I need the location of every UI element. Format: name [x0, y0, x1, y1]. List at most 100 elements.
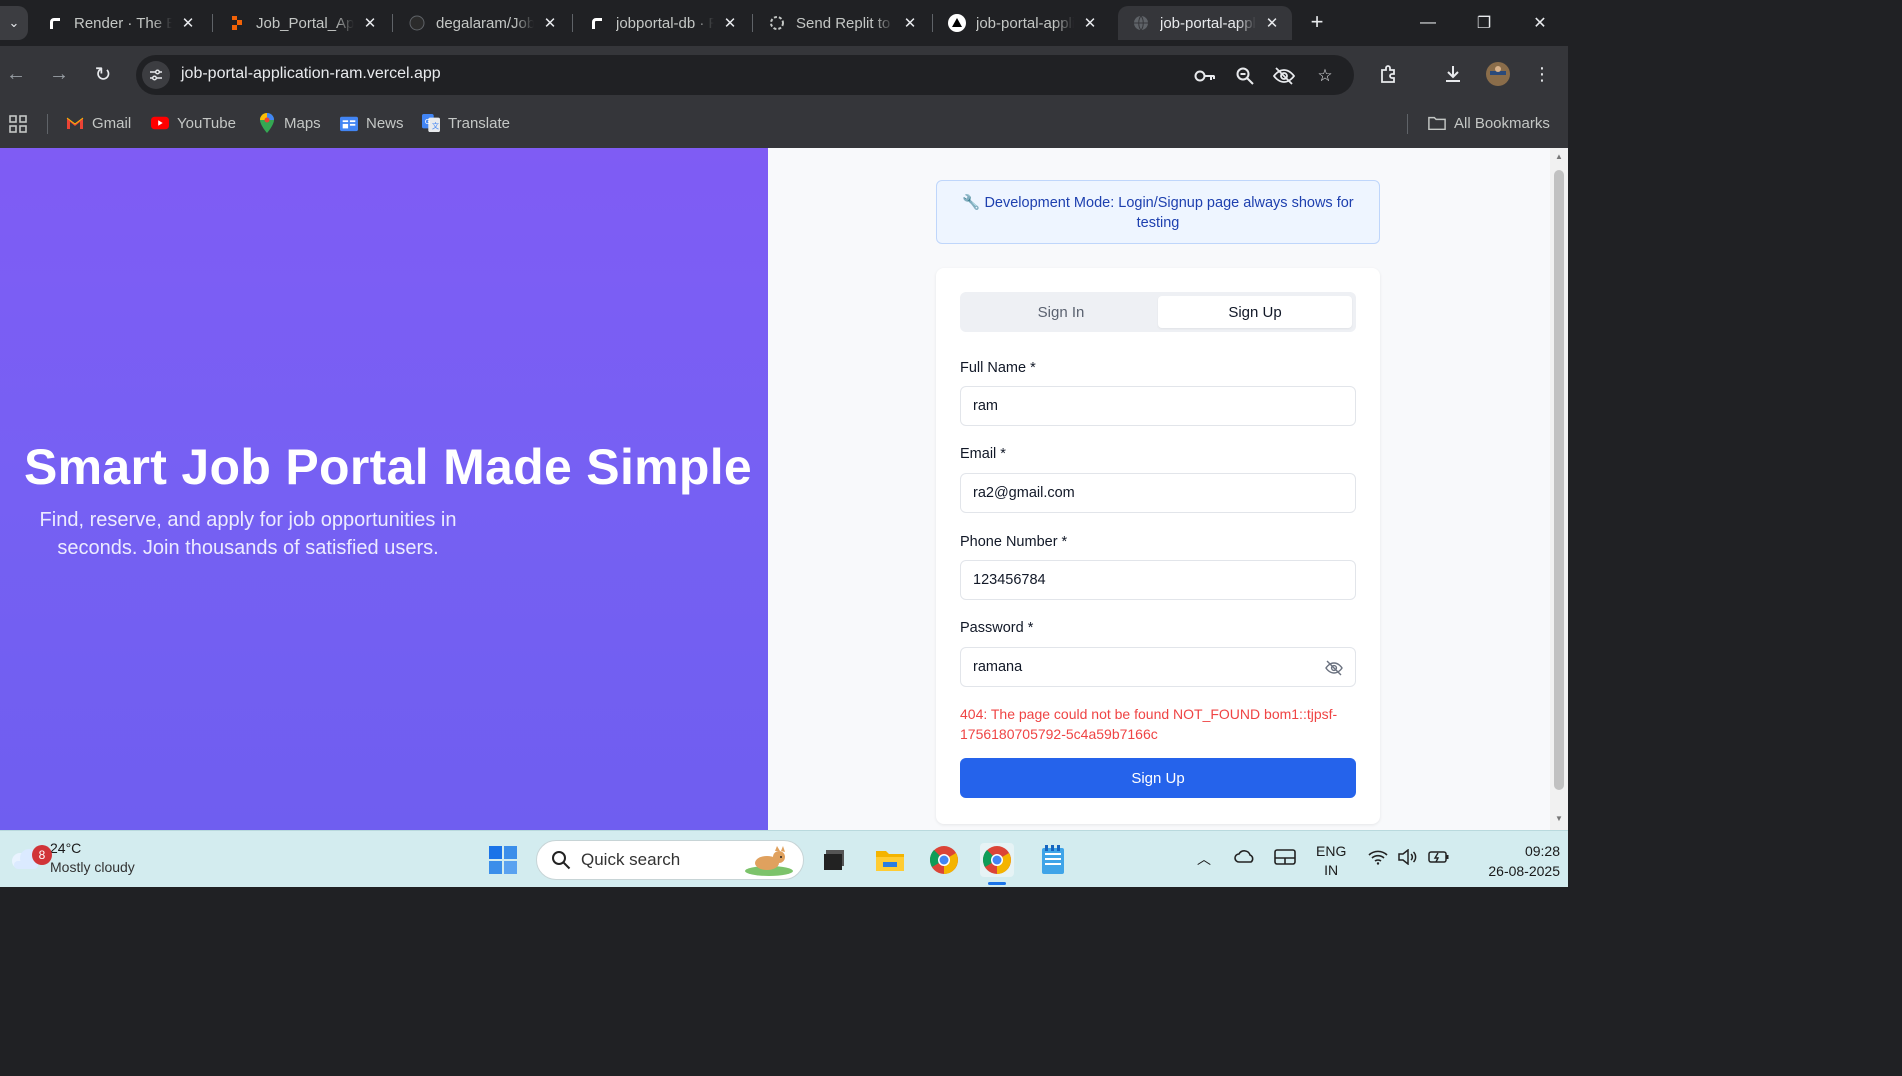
tab-sign-up[interactable]: Sign Up	[1158, 296, 1352, 328]
lang-bottom: IN	[1324, 862, 1339, 878]
tab-github[interactable]: degalaram/Job_Portal ✕	[394, 6, 570, 40]
translate-icon: G文	[422, 114, 440, 132]
full-name-input[interactable]: ram	[960, 386, 1356, 426]
site-info-icon[interactable]	[142, 61, 170, 89]
youtube-icon	[151, 114, 169, 132]
volume-icon[interactable]	[1398, 848, 1418, 868]
bookmark-news[interactable]: News	[340, 114, 404, 132]
language-indicator[interactable]: ENG IN	[1316, 842, 1346, 880]
vercel-icon	[948, 14, 966, 32]
tab-sign-in[interactable]: Sign In	[964, 296, 1158, 328]
tab-vercel[interactable]: job-portal-application ✕	[934, 6, 1110, 40]
tab-title: degalaram/Job_Portal	[436, 14, 534, 32]
minimize-button[interactable]: —	[1400, 6, 1456, 40]
globe-icon	[1132, 14, 1150, 32]
system-clock[interactable]: 09:28 26-08-2025	[1460, 841, 1560, 881]
close-icon[interactable]: ✕	[720, 14, 740, 32]
chatgpt-icon	[768, 14, 786, 32]
taskbar-search[interactable]: Quick search	[536, 840, 804, 880]
chrome-icon[interactable]	[927, 843, 961, 877]
onedrive-cloud-icon[interactable]	[1234, 849, 1256, 866]
close-icon[interactable]: ✕	[1262, 14, 1282, 32]
github-icon	[408, 14, 426, 32]
reload-button[interactable]: ↻	[89, 60, 117, 88]
bookmark-label: Maps	[284, 114, 321, 132]
eye-off-icon[interactable]	[1273, 65, 1295, 87]
bookmark-maps[interactable]: Maps	[258, 113, 321, 133]
hero-panel: Smart Job Portal Made Simple Find, reser…	[0, 148, 768, 830]
tab-active-job-portal[interactable]: job-portal-application ✕	[1118, 6, 1292, 40]
page-viewport: Smart Job Portal Made Simple Find, reser…	[0, 148, 1568, 830]
news-icon	[340, 114, 358, 132]
render-icon	[588, 14, 606, 32]
close-icon[interactable]: ✕	[1080, 14, 1100, 32]
scroll-up-arrow[interactable]: ▲	[1554, 152, 1564, 162]
eye-off-icon[interactable]	[1325, 659, 1343, 677]
lang-top: ENG	[1316, 843, 1347, 859]
close-icon[interactable]: ✕	[540, 14, 560, 32]
scroll-down-arrow[interactable]: ▼	[1554, 814, 1564, 824]
tab-title: Job_Portal_Application	[256, 14, 354, 32]
tab-divider	[212, 14, 213, 32]
forward-button[interactable]: →	[45, 60, 73, 88]
search-placeholder: Quick search	[581, 850, 681, 869]
back-button[interactable]: ←	[2, 60, 30, 88]
dog-illustration-icon	[745, 846, 793, 876]
wifi-icon[interactable]	[1368, 849, 1388, 868]
dev-mode-notice: 🔧 Development Mode: Login/Signup page al…	[936, 180, 1380, 244]
error-message: 404: The page could not be found NOT_FOU…	[960, 706, 1338, 742]
address-bar[interactable]: job-portal-application-ram.vercel.app ☆	[136, 55, 1354, 95]
hero-title: Smart Job Portal Made Simple	[24, 439, 753, 495]
menu-kebab-icon[interactable]: ⋮	[1530, 62, 1554, 86]
all-bookmarks-button[interactable]: All Bookmarks	[1428, 114, 1550, 132]
tab-render[interactable]: Render · The Best Cloud ✕	[32, 6, 208, 40]
weather-badge: 8	[32, 845, 52, 865]
tab-title: job-portal-application	[1160, 14, 1256, 32]
bookmark-label: YouTube	[177, 114, 236, 132]
windows-taskbar: 8 24°C Mostly cloudy Quick search ︿ ENG …	[0, 830, 1568, 887]
password-key-icon[interactable]	[1194, 65, 1216, 87]
tab-chatgpt[interactable]: Send Replit to Vercel ✕	[754, 6, 930, 40]
phone-label: Phone Number *	[960, 534, 1068, 550]
file-explorer-icon[interactable]	[873, 843, 907, 877]
sign-up-button[interactable]: Sign Up	[960, 758, 1356, 798]
restore-button[interactable]: ❐	[1456, 6, 1512, 40]
new-tab-button[interactable]: +	[1304, 10, 1330, 36]
profile-avatar[interactable]	[1486, 62, 1510, 86]
zoom-icon[interactable]	[1234, 65, 1256, 87]
tablet-mode-icon[interactable]	[1274, 849, 1296, 868]
download-icon[interactable]	[1441, 62, 1465, 86]
password-input[interactable]: ramana	[973, 659, 1022, 675]
tab-search-dropdown[interactable]: ⌄	[0, 6, 28, 40]
tab-jobportal-db[interactable]: jobportal-db · Render ✕	[574, 6, 750, 40]
battery-icon[interactable]	[1428, 849, 1450, 868]
apps-grid-icon[interactable]	[8, 114, 28, 134]
email-input[interactable]: ra2@gmail.com	[960, 473, 1356, 513]
close-icon[interactable]: ✕	[178, 14, 198, 32]
bookmark-label: Gmail	[92, 114, 132, 132]
task-view-icon[interactable]	[817, 843, 851, 877]
windows-start-icon[interactable]	[486, 843, 520, 877]
bookmark-youtube[interactable]: YouTube	[151, 114, 236, 132]
maps-icon	[258, 113, 276, 133]
bookmark-star-icon[interactable]: ☆	[1314, 65, 1336, 87]
url-text: job-portal-application-ram.vercel.app	[181, 65, 441, 82]
auth-card: Sign In Sign Up Full Name * ram Email * …	[936, 268, 1380, 824]
tab-strip: ⌄ Render · The Best Cloud ✕ Job_Portal_A…	[0, 0, 1568, 46]
scroll-thumb[interactable]	[1554, 170, 1564, 790]
show-hidden-icons-chevron-icon[interactable]: ︿	[1197, 849, 1211, 869]
scrollbar[interactable]: ▲ ▼	[1550, 148, 1568, 830]
chrome-active-icon[interactable]	[980, 843, 1014, 877]
tab-replit[interactable]: Job_Portal_Application ✕	[214, 6, 390, 40]
bookmark-translate[interactable]: G文 Translate	[422, 114, 510, 132]
password-field[interactable]: ramana	[960, 647, 1356, 687]
phone-input[interactable]: 123456784	[960, 560, 1356, 600]
weather-widget[interactable]: 8 24°C Mostly cloudy	[8, 839, 135, 877]
close-icon[interactable]: ✕	[360, 14, 380, 32]
close-window-button[interactable]: ✕	[1512, 6, 1568, 40]
close-icon[interactable]: ✕	[900, 14, 920, 32]
extensions-icon[interactable]	[1376, 62, 1400, 86]
bookmark-gmail[interactable]: Gmail	[66, 114, 131, 132]
hero-subtitle: Find, reserve, and apply for job opportu…	[39, 509, 457, 559]
notepad-icon[interactable]	[1036, 843, 1070, 877]
